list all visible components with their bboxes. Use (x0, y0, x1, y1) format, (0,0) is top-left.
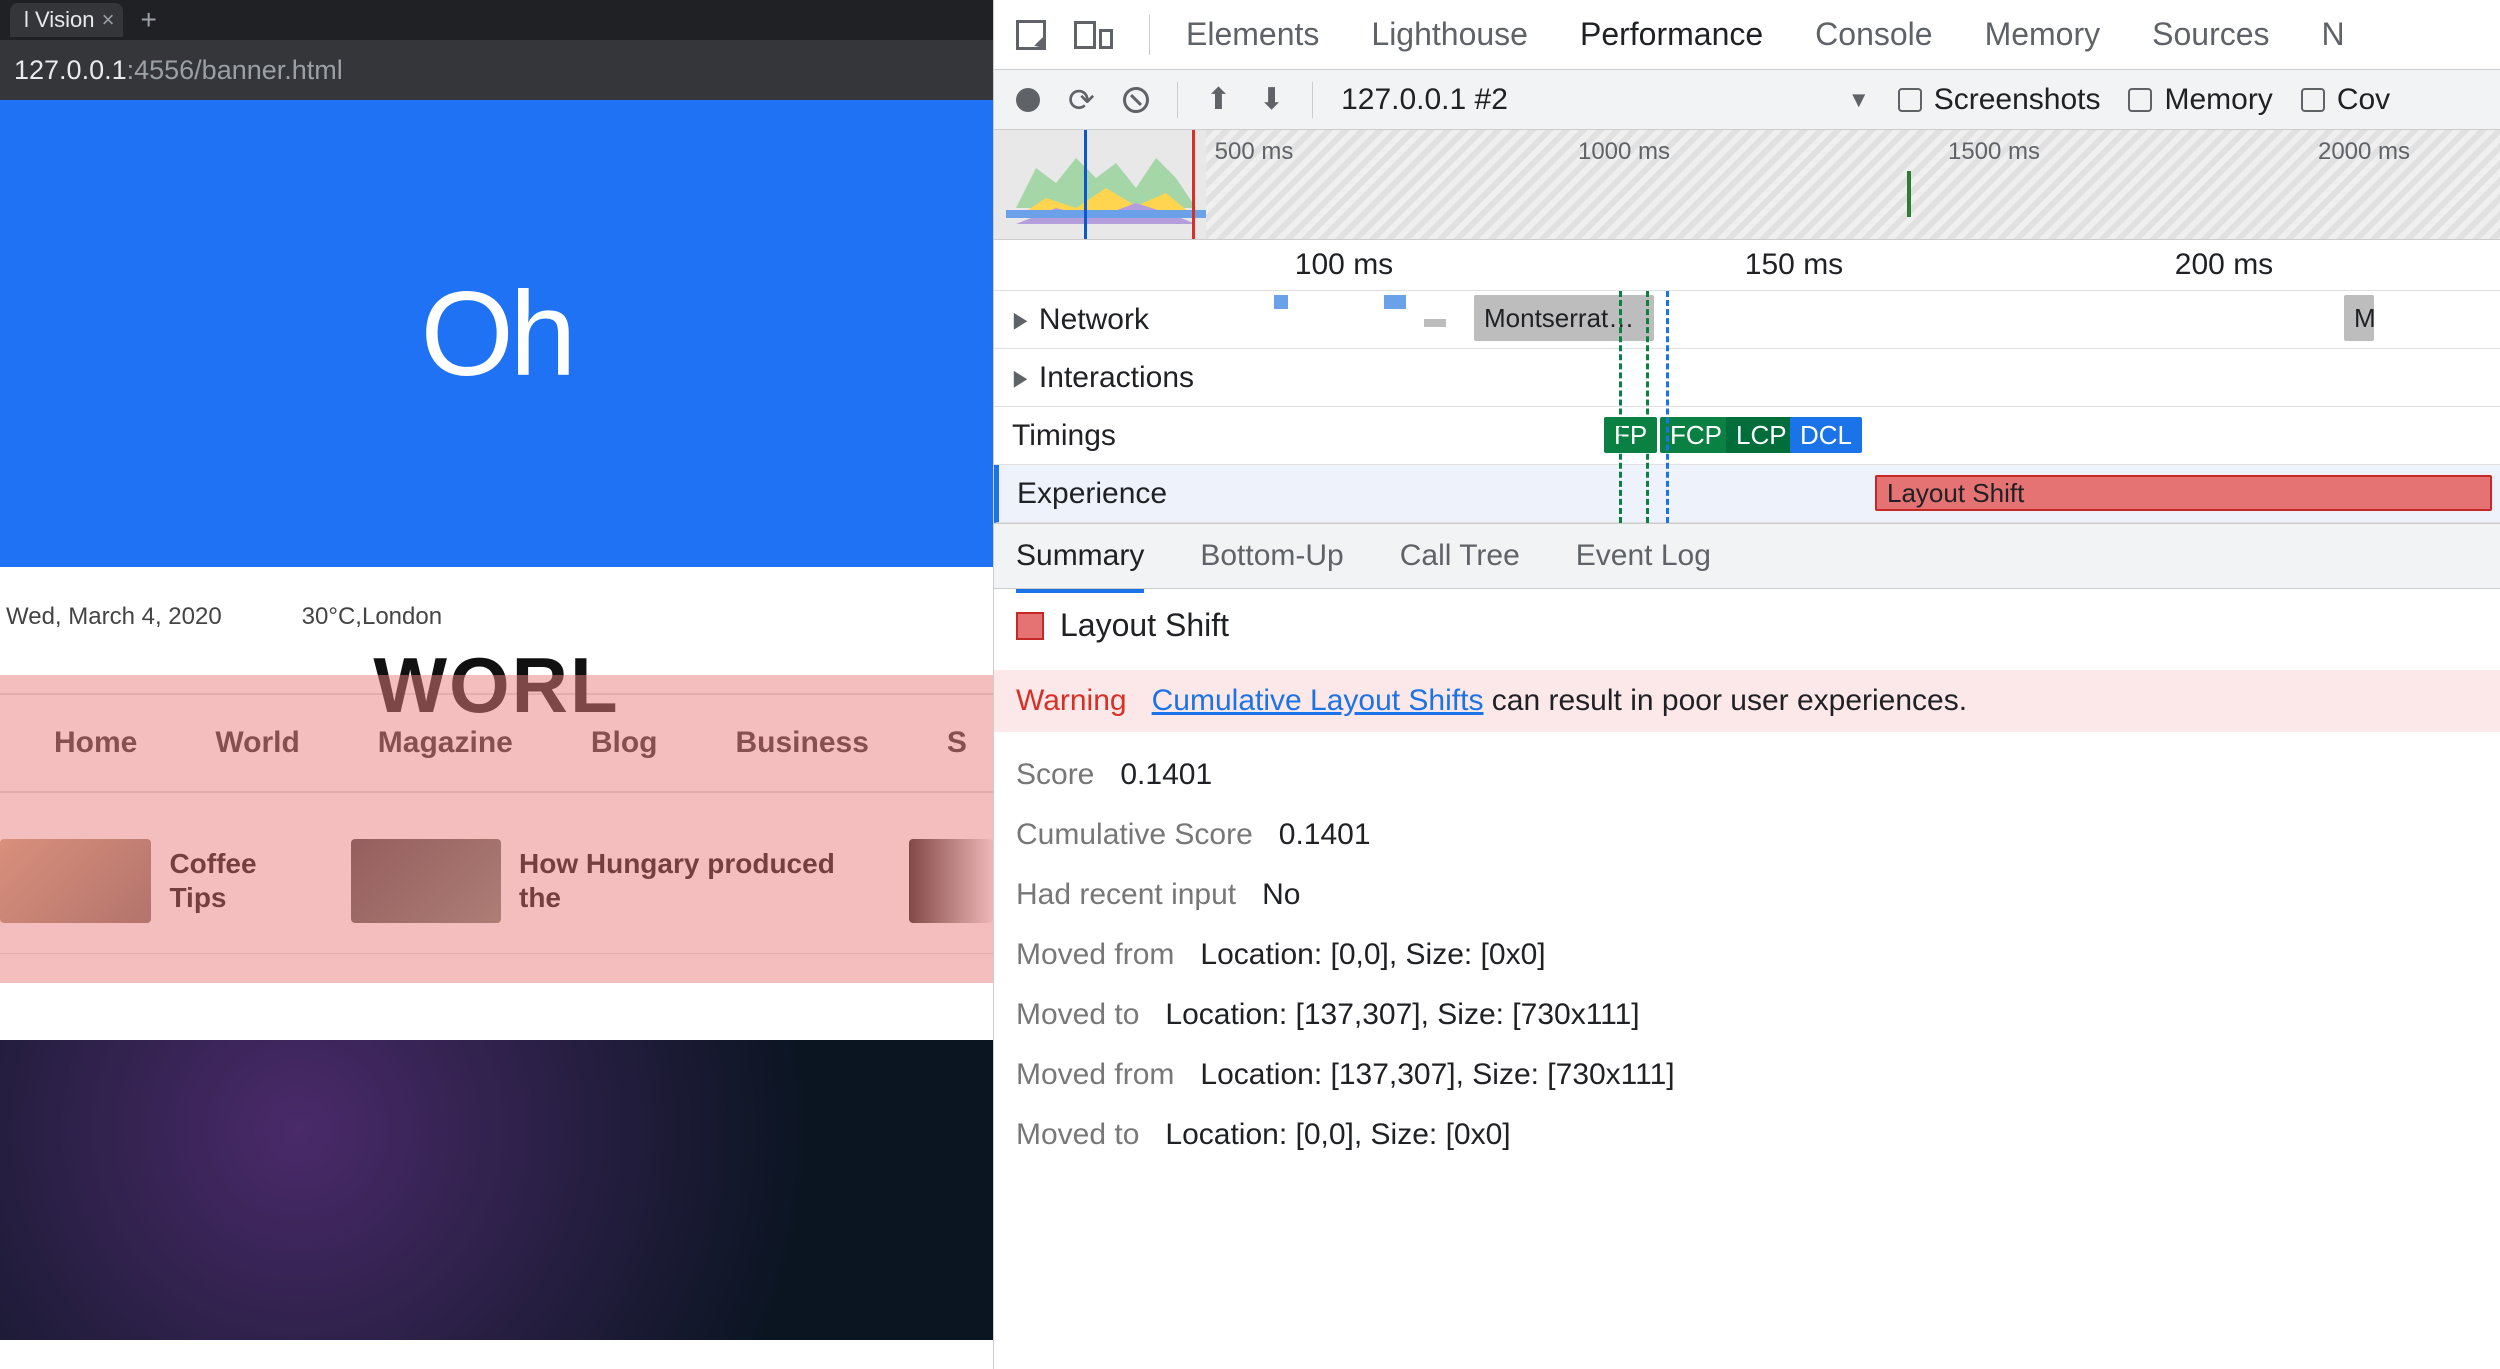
devtools-header: Elements Lighthouse Performance Console … (994, 0, 2500, 70)
subtab-bottom-up[interactable]: Bottom-Up (1200, 539, 1343, 573)
timeline-overview[interactable]: 500 ms 1000 ms 1500 ms 2000 ms (994, 130, 2500, 240)
network-chip[interactable] (1424, 319, 1446, 327)
banner-text: Oh (420, 265, 572, 403)
overview-tick: 1500 ms (1948, 138, 2040, 166)
detail-warning: Warning Cumulative Layout Shifts can res… (994, 670, 2500, 732)
timeline-ruler[interactable]: 100 ms 150 ms 200 ms (994, 240, 2500, 290)
ruler-tick: 100 ms (1295, 248, 1393, 282)
separator (1149, 15, 1150, 55)
layout-shift-overlay (0, 675, 993, 983)
perf-toolbar: ⟳ ⬆ ⬇ 127.0.0.1 #2 ▼ Screenshots Memory … (994, 70, 2500, 130)
detail-row: Moved fromLocation: [137,307], Size: [73… (1016, 1058, 2478, 1092)
warning-text: can result in poor user experiences. (1483, 684, 1967, 717)
browser-tab[interactable]: l Vision × (10, 3, 123, 37)
address-bar[interactable]: 127.0.0.1:4556/banner.html (0, 40, 993, 100)
url-rest: :4556/banner.html (127, 55, 343, 85)
separator (1177, 82, 1178, 118)
tab-title: l Vision (24, 7, 95, 33)
hero-image (0, 1040, 993, 1340)
url-host: 127.0.0.1 (14, 55, 127, 85)
network-resource-chip[interactable]: Montserrat… (1474, 295, 1654, 341)
timeline-tracks: ▶Network Montserrat… M ▶Interactions Tim… (994, 290, 2500, 523)
overview-empty (1206, 130, 2500, 239)
reload-icon[interactable]: ⟳ (1068, 81, 1095, 119)
chevron-down-icon: ▼ (1848, 87, 1870, 113)
recording-select[interactable]: 127.0.0.1 #2 ▼ (1341, 83, 1870, 117)
detail-row: Cumulative Score0.1401 (1016, 818, 2478, 852)
close-icon[interactable]: × (102, 7, 115, 33)
chevron-right-icon: ▶ (1014, 365, 1028, 391)
layout-shift-chip[interactable]: Layout Shift (1875, 475, 2492, 511)
download-icon[interactable]: ⬇ (1259, 82, 1284, 117)
new-tab-button[interactable]: + (141, 4, 157, 36)
overview-selection[interactable] (1006, 130, 1206, 239)
warning-label: Warning (1016, 684, 1127, 717)
detail-pane: Layout Shift Warning Cumulative Layout S… (994, 589, 2500, 1170)
tab-sources[interactable]: Sources (2152, 16, 2269, 53)
tab-memory[interactable]: Memory (1985, 16, 2101, 53)
recording-select-label: 127.0.0.1 #2 (1341, 83, 1508, 117)
timing-dcl[interactable]: DCL (1790, 417, 1862, 453)
track-timings[interactable]: Timings FP FCP LCP DCL (994, 407, 2500, 465)
overview-tick: 1000 ms (1578, 138, 1670, 166)
timing-lcp[interactable]: LCP (1726, 417, 1797, 453)
timing-dashed-line (1646, 291, 1649, 523)
subtab-call-tree[interactable]: Call Tree (1400, 539, 1520, 573)
detail-title: Layout Shift (1060, 607, 1229, 644)
detail-swatch (1016, 612, 1044, 640)
tab-performance[interactable]: Performance (1580, 16, 1763, 75)
chevron-right-icon: ▶ (1014, 307, 1028, 333)
timing-fp[interactable]: FP (1604, 417, 1657, 453)
network-chip[interactable] (1274, 295, 1288, 309)
timing-dashed-line (1619, 291, 1622, 523)
timing-dashed-line (1666, 291, 1669, 523)
separator (1312, 82, 1313, 118)
network-chip[interactable] (1384, 295, 1406, 309)
memory-checkbox[interactable]: Memory (2128, 83, 2272, 117)
overview-tick: 500 ms (1215, 138, 1294, 166)
upload-icon[interactable]: ⬆ (1206, 82, 1231, 117)
page-date: Wed, March 4, 2020 (6, 603, 222, 631)
track-interactions[interactable]: ▶Interactions (994, 349, 2500, 407)
record-icon[interactable] (1016, 88, 1040, 112)
detail-subtabs: Summary Bottom-Up Call Tree Event Log (994, 523, 2500, 589)
detail-row: Had recent inputNo (1016, 878, 2478, 912)
device-toolbar-icon[interactable] (1074, 21, 1113, 49)
tab-console[interactable]: Console (1815, 16, 1932, 53)
timing-fcp[interactable]: FCP (1660, 417, 1732, 453)
browser-tabbar: l Vision × + (0, 0, 993, 40)
inspect-icon[interactable] (1016, 20, 1046, 50)
overview-marker (1907, 171, 1911, 217)
coverage-checkbox[interactable]: Cov (2301, 83, 2390, 117)
subtab-event-log[interactable]: Event Log (1576, 539, 1711, 573)
track-experience[interactable]: Experience Layout Shift (994, 465, 2500, 523)
tab-lighthouse[interactable]: Lighthouse (1371, 16, 1528, 53)
ruler-tick: 200 ms (2175, 248, 2273, 282)
subtab-summary[interactable]: Summary (1016, 539, 1144, 593)
detail-row: Score0.1401 (1016, 758, 2478, 792)
clear-icon[interactable] (1123, 87, 1149, 113)
page-banner: Oh (0, 100, 993, 567)
track-network[interactable]: ▶Network Montserrat… M (994, 291, 2500, 349)
detail-row: Moved toLocation: [0,0], Size: [0x0] (1016, 1118, 2478, 1152)
overview-tick: 2000 ms (2318, 138, 2410, 166)
ruler-tick: 150 ms (1745, 248, 1843, 282)
tab-elements[interactable]: Elements (1186, 16, 1319, 53)
detail-row: Moved fromLocation: [0,0], Size: [0x0] (1016, 938, 2478, 972)
network-resource-chip[interactable]: M (2344, 295, 2374, 341)
screenshots-checkbox[interactable]: Screenshots (1898, 83, 2101, 117)
detail-row: Moved toLocation: [137,307], Size: [730x… (1016, 998, 2478, 1032)
page-weather: 30°C,London (302, 603, 442, 631)
warning-link[interactable]: Cumulative Layout Shifts (1152, 684, 1484, 717)
tab-more[interactable]: N (2322, 16, 2345, 53)
